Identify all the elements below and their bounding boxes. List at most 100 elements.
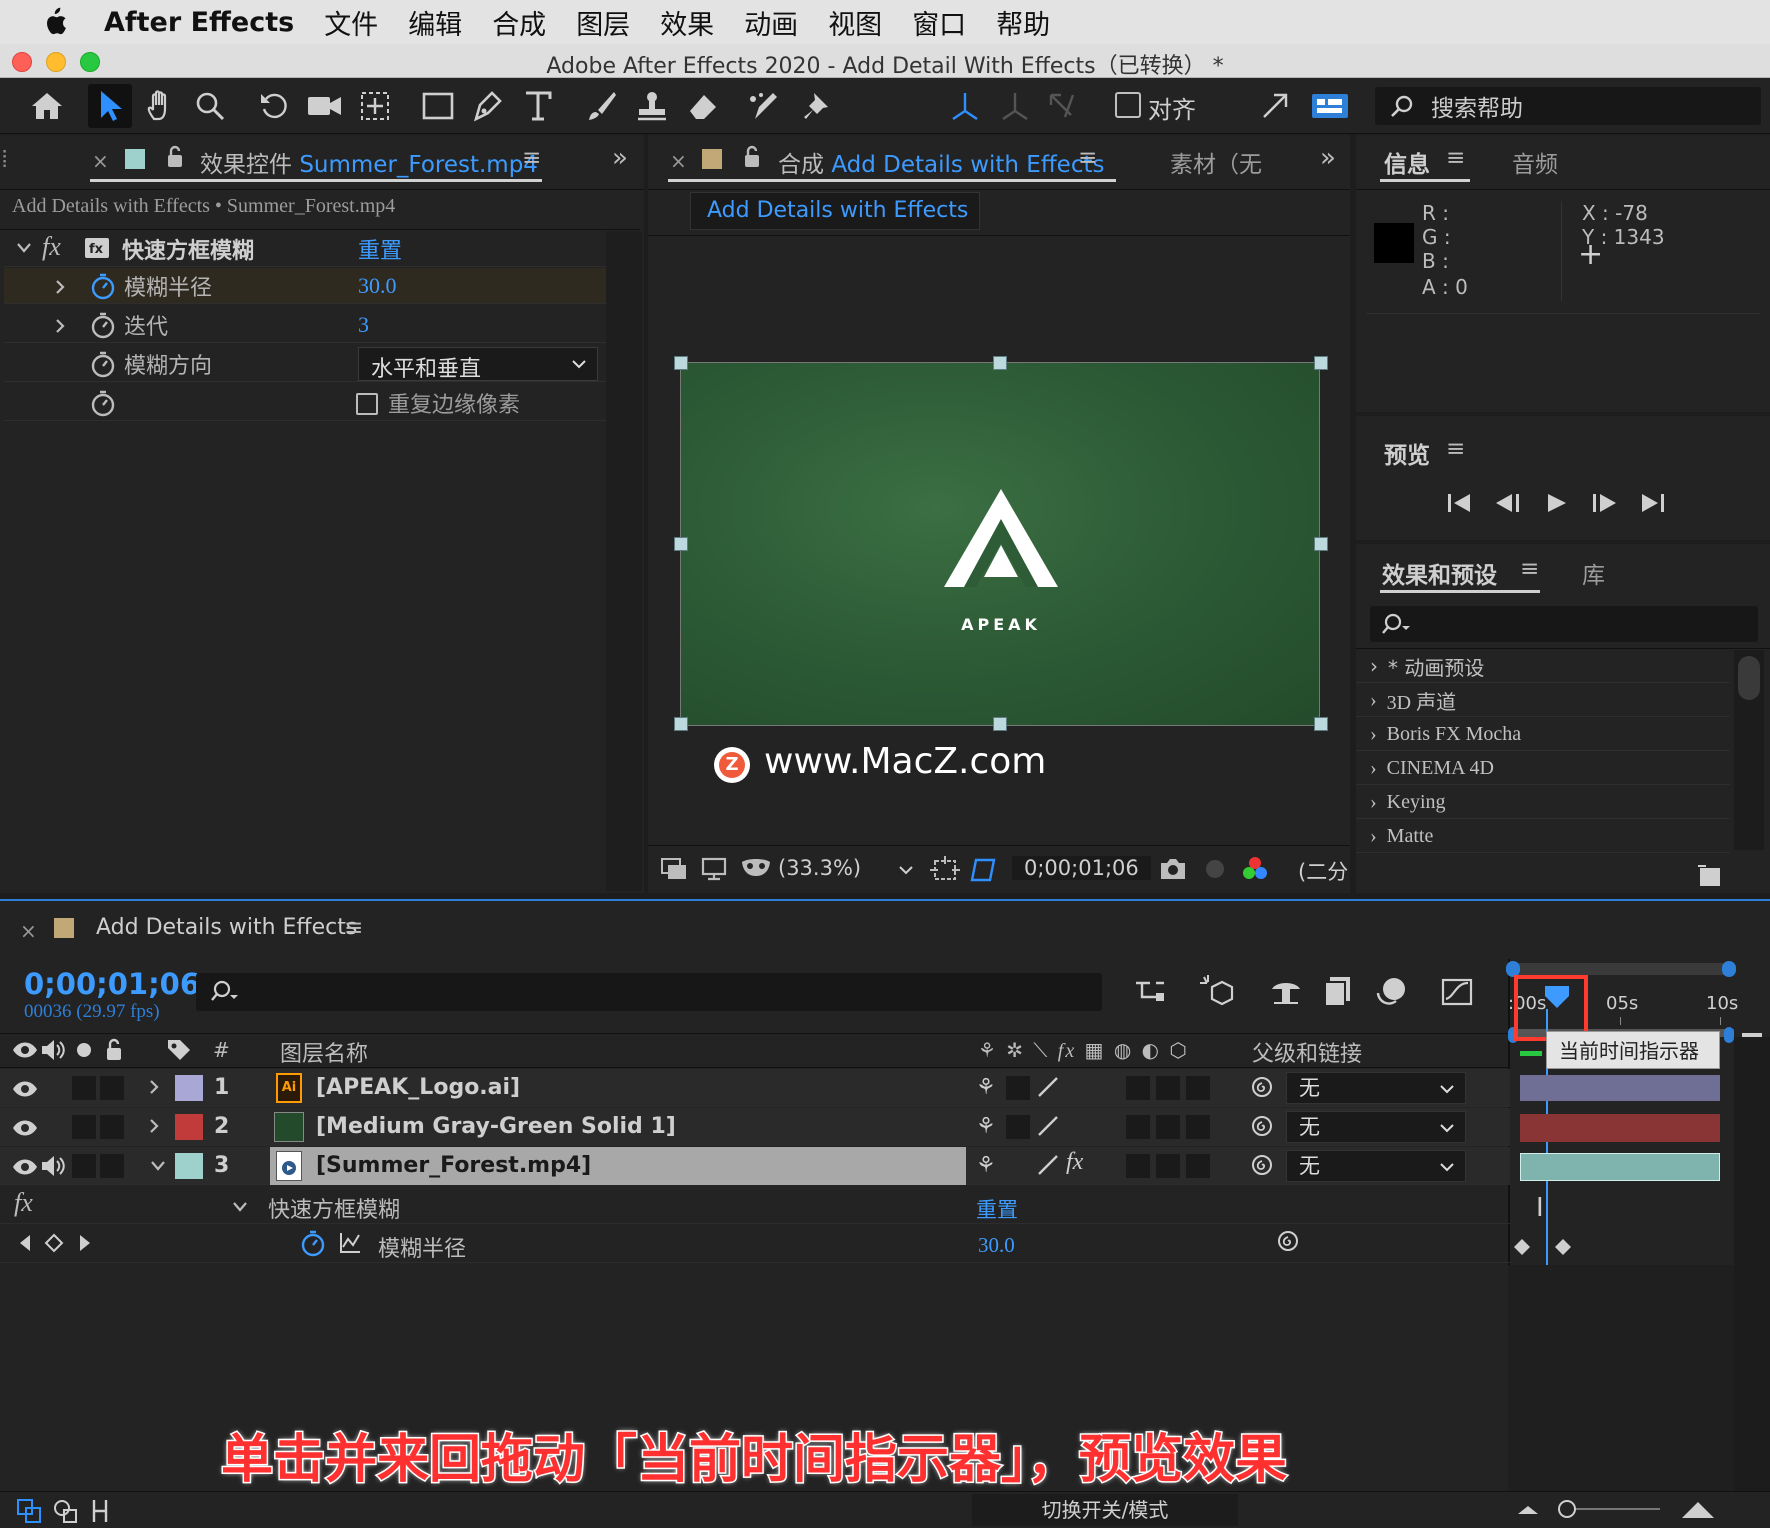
- effect-reset-link[interactable]: 重置: [976, 1194, 1018, 1224]
- stopwatch-active-icon[interactable]: [300, 1229, 326, 1257]
- footage-tab[interactable]: 素材（无: [1170, 145, 1262, 179]
- effect-category-item[interactable]: › CINEMA 4D: [1356, 752, 1730, 785]
- solo-switch[interactable]: [72, 1154, 96, 1178]
- axis-view-icon[interactable]: [1043, 86, 1083, 126]
- lock-icon[interactable]: [104, 1038, 124, 1062]
- puppet-pin-tool-icon[interactable]: [797, 86, 837, 126]
- motion-blur-switch[interactable]: [1186, 1154, 1210, 1178]
- eye-icon[interactable]: [12, 1040, 38, 1060]
- expand-icon[interactable]: [1255, 86, 1295, 126]
- quality-switch-icon[interactable]: [1036, 1075, 1060, 1099]
- toggle-switches-modes-button[interactable]: 切换开关/模式: [972, 1494, 1238, 1526]
- rectangle-tool-icon[interactable]: [418, 86, 458, 126]
- menu-effect[interactable]: 效果: [660, 3, 714, 42]
- motion-blur-switch[interactable]: [1186, 1115, 1210, 1139]
- workspace-icon[interactable]: [1310, 86, 1350, 126]
- comp-navigator-button[interactable]: Add Details with Effects: [690, 192, 980, 230]
- eye-icon[interactable]: [12, 1079, 38, 1099]
- chevron-right-icon[interactable]: [54, 279, 66, 295]
- work-area-end-handle[interactable]: [1722, 961, 1736, 977]
- fx-icon[interactable]: fx: [42, 232, 61, 262]
- pan-behind-tool-icon[interactable]: [355, 86, 395, 126]
- roto-brush-tool-icon[interactable]: [745, 86, 785, 126]
- resolution-dropdown[interactable]: (二分: [1298, 856, 1348, 886]
- layer-row[interactable]: 1 Ai [APEAK_Logo.ai] ⚘ 无: [0, 1069, 1510, 1107]
- effect-row[interactable]: fx fx 快速方框模糊 重置: [4, 231, 608, 267]
- effect-reset-link[interactable]: 重置: [358, 233, 402, 265]
- label-tag-icon[interactable]: [166, 1038, 192, 1062]
- search-help-field[interactable]: 搜索帮助: [1375, 87, 1761, 125]
- effect-category-item[interactable]: › Matte: [1356, 820, 1730, 853]
- chevron-down-icon[interactable]: [150, 1159, 166, 1173]
- parent-dropdown[interactable]: 无: [1286, 1150, 1466, 1182]
- selection-tool-icon[interactable]: [90, 86, 130, 126]
- stopwatch-active-icon[interactable]: [90, 272, 116, 300]
- first-frame-icon[interactable]: [1446, 492, 1474, 514]
- layer-duration-bar[interactable]: [1520, 1114, 1720, 1142]
- layer-search-input[interactable]: [196, 973, 1102, 1011]
- graph-icon[interactable]: [338, 1231, 362, 1255]
- frame-blending-icon[interactable]: [1322, 975, 1354, 1007]
- chevron-down-icon[interactable]: [16, 241, 32, 255]
- 3d-switch[interactable]: [1156, 1115, 1180, 1139]
- property-value[interactable]: 30.0: [978, 1233, 1015, 1258]
- eye-icon[interactable]: [12, 1118, 38, 1138]
- menu-animation[interactable]: 动画: [744, 3, 798, 42]
- monitor-icon[interactable]: [700, 856, 728, 882]
- eye-icon[interactable]: [12, 1157, 38, 1177]
- timeline-scrollbar[interactable]: [1734, 1037, 1770, 1527]
- eraser-tool-icon[interactable]: [683, 86, 723, 126]
- previous-frame-icon[interactable]: [1494, 492, 1522, 514]
- effects-search-input[interactable]: [1370, 606, 1758, 642]
- tab-info[interactable]: 信息: [1384, 145, 1430, 179]
- layer-switches-toggle-icon[interactable]: [16, 1498, 42, 1524]
- add-keyframe-icon[interactable]: [44, 1233, 64, 1253]
- 3d-switch[interactable]: [1156, 1076, 1180, 1100]
- brush-tool-icon[interactable]: [582, 86, 622, 126]
- zoom-dropdown[interactable]: (33.3%): [778, 856, 861, 880]
- home-icon[interactable]: [27, 86, 67, 126]
- effect-category-item[interactable]: › Keying: [1356, 786, 1730, 819]
- more-tabs-icon[interactable]: »: [1320, 143, 1336, 173]
- adjustment-switch[interactable]: [1126, 1076, 1150, 1100]
- tab-menu-icon[interactable]: ≡: [1446, 145, 1465, 171]
- tab-menu-icon[interactable]: ≡: [1446, 436, 1465, 462]
- column-layer-name[interactable]: 图层名称: [280, 1036, 368, 1068]
- prop-value[interactable]: 30.0: [358, 273, 397, 299]
- always-preview-icon[interactable]: [660, 856, 688, 882]
- zoom-out-icon[interactable]: [1516, 1500, 1540, 1518]
- expression-pick-whip-icon[interactable]: [1276, 1229, 1300, 1253]
- tab-audio[interactable]: 音频: [1512, 145, 1558, 179]
- more-tabs-icon[interactable]: »: [612, 143, 628, 173]
- zoom-in-icon[interactable]: [1680, 1498, 1716, 1520]
- transform-handle[interactable]: [993, 717, 1007, 731]
- effect-category-item[interactable]: › 3D 声道: [1356, 684, 1730, 717]
- parent-dropdown[interactable]: 无: [1286, 1111, 1466, 1143]
- layer-label-color[interactable]: [175, 1114, 203, 1140]
- solo-icon[interactable]: [77, 1043, 91, 1057]
- menu-layer[interactable]: 图层: [576, 3, 630, 42]
- effect-category-item[interactable]: › * 动画预设: [1356, 650, 1730, 683]
- tab-effects-presets[interactable]: 效果和预设: [1382, 556, 1497, 590]
- lock-icon[interactable]: [165, 145, 185, 169]
- menu-window[interactable]: 窗口: [912, 3, 966, 42]
- stopwatch-icon[interactable]: [90, 311, 116, 339]
- effect-sub-row[interactable]: fx 快速方框模糊 重置: [0, 1186, 1510, 1224]
- timeline-track-area[interactable]: [1508, 1265, 1734, 1527]
- stopwatch-icon[interactable]: [90, 350, 116, 378]
- speaker-icon[interactable]: [40, 1154, 66, 1178]
- modes-toggle-icon[interactable]: [52, 1498, 78, 1524]
- graph-editor-icon[interactable]: [1440, 975, 1474, 1007]
- rotate-tool-icon[interactable]: [254, 86, 294, 126]
- tab-menu-icon[interactable]: ≡: [1078, 145, 1097, 171]
- snapshot-camera-icon[interactable]: [1158, 856, 1188, 882]
- new-folder-icon[interactable]: [1696, 862, 1724, 888]
- preview-title[interactable]: 预览: [1384, 436, 1430, 470]
- pick-whip-icon[interactable]: [1250, 1153, 1274, 1177]
- 3d-switch[interactable]: [1156, 1154, 1180, 1178]
- chevron-right-icon[interactable]: [54, 318, 66, 334]
- transform-handle[interactable]: [674, 356, 688, 370]
- effect-controls-tab[interactable]: 效果控件 Summer_Forest.mp4: [200, 145, 538, 179]
- layer-name[interactable]: [APEAK_Logo.ai]: [316, 1075, 520, 1100]
- channels-icon[interactable]: [1240, 854, 1270, 884]
